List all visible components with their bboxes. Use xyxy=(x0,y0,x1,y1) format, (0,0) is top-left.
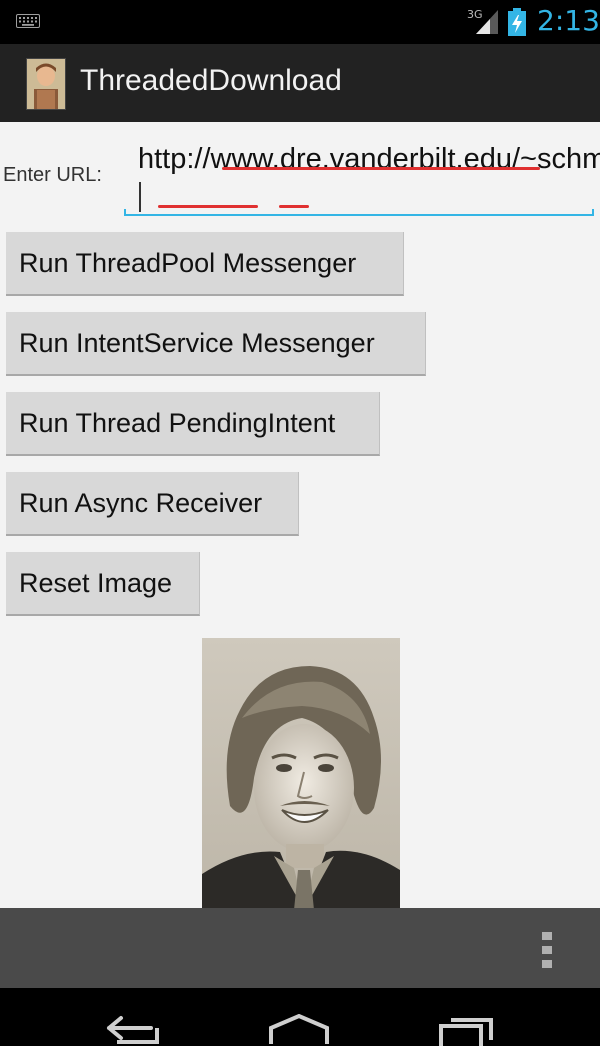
reset-image-button[interactable]: Reset Image xyxy=(6,552,200,616)
run-async-receiver-button[interactable]: Run Async Receiver xyxy=(6,472,299,536)
recent-apps-icon[interactable] xyxy=(437,1014,497,1046)
input-underline xyxy=(124,214,594,216)
overflow-menu-icon[interactable] xyxy=(540,930,554,970)
downloaded-photo xyxy=(202,638,400,910)
url-label: Enter URL: xyxy=(3,164,102,186)
app-icon[interactable] xyxy=(26,58,66,110)
run-thread-pendingintent-button[interactable]: Run Thread PendingIntent xyxy=(6,392,380,456)
app-screen: 3G 2:13 ThreadedDownload Enter URL: http… xyxy=(0,0,600,1046)
app-title: ThreadedDownload xyxy=(80,64,342,97)
battery-charging-icon xyxy=(508,8,526,36)
home-icon[interactable] xyxy=(268,1014,330,1046)
run-intentservice-messenger-button[interactable]: Run IntentService Messenger xyxy=(6,312,426,376)
run-threadpool-messenger-button[interactable]: Run ThreadPool Messenger xyxy=(6,232,404,296)
spellcheck-underline xyxy=(222,167,540,170)
bottom-menu-bar xyxy=(0,908,600,988)
url-value: http://www.dre.vanderbilt.edu/~schmidt/k… xyxy=(138,143,600,175)
signal-icon xyxy=(476,10,498,34)
back-icon[interactable] xyxy=(103,1014,161,1046)
text-cursor xyxy=(139,182,141,212)
status-bar: 3G 2:13 xyxy=(0,0,600,44)
keyboard-icon xyxy=(16,14,40,28)
action-bar: ThreadedDownload xyxy=(0,44,600,122)
spellcheck-underline xyxy=(279,205,309,208)
input-underline-left-tick xyxy=(124,209,126,216)
url-input[interactable]: http://www.dre.vanderbilt.edu/~schmidt/k… xyxy=(124,136,600,216)
clock: 2:13 xyxy=(537,4,600,37)
input-underline-right-tick xyxy=(592,209,594,216)
navigation-bar xyxy=(0,988,600,1046)
spellcheck-underline xyxy=(158,205,258,208)
